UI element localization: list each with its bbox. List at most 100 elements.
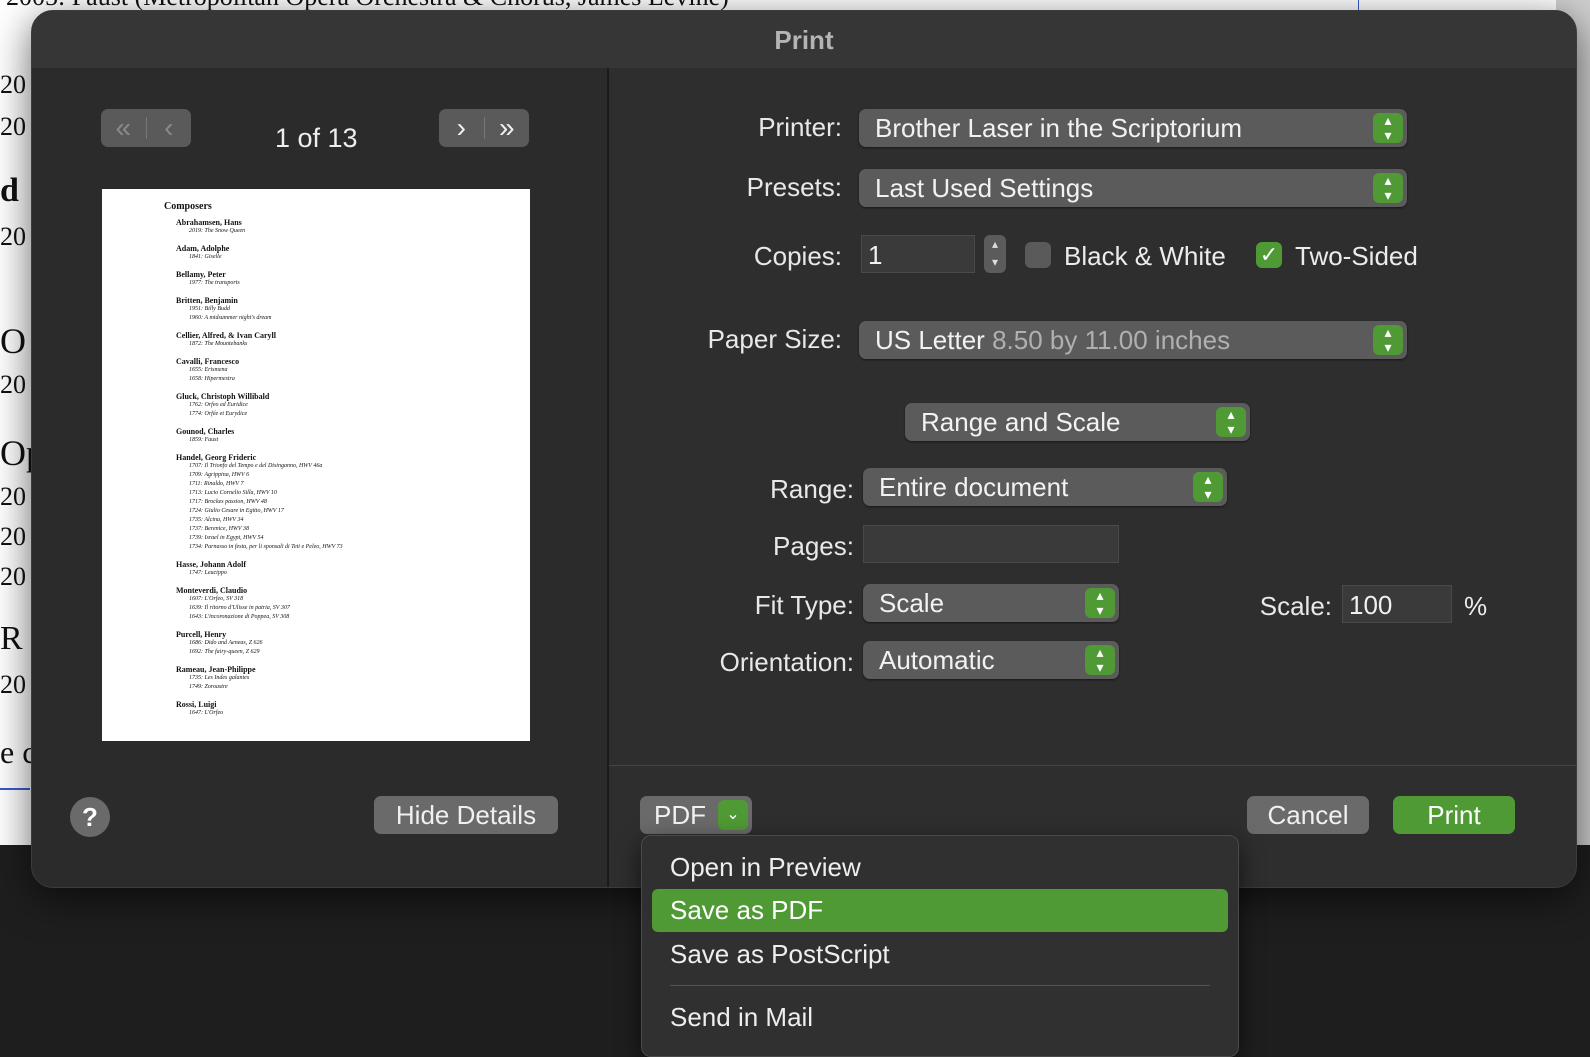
fit-type-label: Fit Type:	[754, 590, 854, 620]
title-bar: Print	[32, 11, 1576, 69]
presets-popup[interactable]: Last Used Settings ▴ ▾	[859, 169, 1407, 207]
preview-composer: Abrahamsen, Hans	[176, 218, 242, 227]
preview-work: 1658: Hipermestra	[189, 376, 235, 382]
preview-work: 1692: The fairy-queen, Z 629	[189, 649, 260, 655]
preview-heading: Composers	[164, 201, 212, 212]
printer-popup[interactable]: Brother Laser in the Scriptorium ▴ ▾	[859, 109, 1407, 147]
black-white-label: Black & White	[1064, 241, 1226, 271]
preview-composer: Rossi, Luigi	[176, 700, 217, 709]
popup-arrows-icon: ▴ ▾	[1373, 173, 1403, 203]
preview-work: 1607: L'Orfeo, SV 318	[189, 596, 244, 602]
background-fragment: d	[0, 172, 19, 209]
page-back-buttons: « ‹	[101, 109, 191, 147]
presets-label: Presets:	[746, 172, 842, 202]
pages-field[interactable]	[863, 525, 1119, 563]
menu-item-send-in-mail[interactable]: Send in Mail	[652, 996, 1228, 1039]
hide-details-button[interactable]: Hide Details	[374, 796, 558, 834]
menu-item-open-in-preview[interactable]: Open in Preview	[652, 846, 1228, 889]
preview-composer: Handel, Georg Frideric	[176, 453, 257, 462]
two-sided-checkbox[interactable]: ✓	[1256, 242, 1282, 268]
copies-label: Copies:	[753, 241, 842, 271]
first-page-icon[interactable]: «	[101, 109, 146, 147]
preview-composer: Rameau, Jean-Philippe	[176, 665, 256, 674]
background-underline	[0, 788, 30, 790]
prev-page-icon[interactable]: ‹	[147, 109, 192, 147]
menu-separator	[670, 985, 1210, 986]
copies-field[interactable]: 1	[861, 235, 975, 273]
preview-work: 1647: L'Orfeo	[189, 710, 224, 716]
preview-composer: Cavalli, Francesco	[176, 357, 240, 366]
fit-type-popup[interactable]: Scale ▴ ▾	[863, 584, 1119, 622]
page-preview: Composers Abrahamsen, Hans 2019: The Snow…	[102, 189, 530, 741]
background-fragment: 20	[0, 670, 26, 699]
page-counter: 1 of 13	[275, 123, 358, 153]
preview-composer: Hasse, Johann Adolf	[176, 560, 247, 569]
background-fragment: O	[0, 321, 26, 361]
range-popup[interactable]: Entire document ▴ ▾	[863, 468, 1227, 506]
preview-work: 1960: A midsummer night's dream	[189, 315, 272, 321]
preview-work: 1977: The transports	[189, 280, 240, 286]
footer-divider	[609, 765, 1576, 766]
preview-composer: Purcell, Henry	[176, 630, 227, 639]
fit-type-value: Scale	[879, 588, 945, 618]
preview-work: 1859: Faust	[189, 437, 219, 443]
preview-composer: Monteverdi, Claudio	[176, 586, 248, 595]
preview-work: 1735: Alcina, HWV 34	[189, 517, 244, 523]
pdf-label: PDF	[654, 800, 706, 830]
two-sided-label: Two-Sided	[1295, 241, 1418, 271]
preview-work: 1747: Leucippo	[189, 570, 227, 576]
preview-composer: Bellamy, Peter	[176, 270, 226, 279]
preview-work: 1762: Orfeo ed Euridice	[189, 402, 248, 408]
preview-composer: Gounod, Charles	[176, 427, 235, 436]
preview-work: 1734: Parnasso in festa, per li sponsali…	[189, 544, 343, 550]
pdf-menu: Open in Preview Save as PDF Save as Post…	[641, 835, 1239, 1057]
popup-arrows-icon: ▴ ▾	[1373, 325, 1403, 355]
print-button[interactable]: Print	[1393, 796, 1515, 834]
paper-dimensions: 8.50 by 11.00 inches	[992, 325, 1231, 355]
scale-field[interactable]: 100	[1342, 585, 1452, 623]
preview-work: 1686: Dido and Aeneas, Z 626	[189, 640, 263, 646]
paper-size-value: US Letter 8.50 by 11.00 inches	[875, 325, 1231, 355]
presets-value: Last Used Settings	[875, 173, 1094, 203]
pdf-menu-button[interactable]: PDF ⌄	[640, 796, 752, 834]
background-fragment: 20	[0, 222, 26, 251]
preview-work: 1643: L'incoronazione di Poppea, SV 308	[189, 614, 290, 620]
orientation-label: Orientation:	[719, 647, 854, 677]
last-page-icon[interactable]: »	[485, 109, 530, 147]
preview-composer: Cellier, Alfred, & Ivan Caryll	[176, 331, 276, 340]
scale-label: Scale:	[1259, 591, 1332, 621]
background-fragment: 20	[0, 70, 26, 99]
menu-item-save-as-postscript[interactable]: Save as PostScript	[652, 933, 1228, 976]
preview-composer: Adam, Adolphe	[176, 244, 230, 253]
cancel-button[interactable]: Cancel	[1247, 796, 1369, 834]
printer-value: Brother Laser in the Scriptorium	[875, 113, 1243, 143]
paper-size-popup[interactable]: US Letter 8.50 by 11.00 inches ▴ ▾	[859, 321, 1407, 359]
popup-arrows-icon: ▴ ▾	[1193, 472, 1223, 502]
preview-work: 1774: Orfée et Eurydice	[189, 411, 248, 417]
print-dialog: Print « ‹ 1 of 13 › » Composers Abrahams…	[31, 10, 1577, 888]
black-white-checkbox[interactable]	[1025, 242, 1051, 268]
background-rule	[1358, 0, 1359, 10]
copies-stepper[interactable]: ▴ ▾	[984, 235, 1006, 273]
section-popup[interactable]: Range and Scale ▴ ▾	[905, 403, 1250, 441]
menu-item-save-as-pdf[interactable]: Save as PDF	[652, 889, 1228, 932]
background-fragment: 20	[0, 112, 26, 141]
preview-work: 1711: Rinaldo, HWV 7	[189, 481, 244, 487]
help-icon[interactable]: ?	[70, 797, 110, 837]
preview-work: 1639: Il ritorno d'Ulisse in patria, SV …	[189, 605, 290, 611]
range-label: Range:	[770, 474, 854, 504]
scale-unit: %	[1464, 591, 1488, 621]
orientation-popup[interactable]: Automatic ▴ ▾	[863, 641, 1119, 679]
background-fragment: 20	[0, 370, 26, 399]
preview-composer: Britten, Benjamin	[176, 296, 238, 305]
preview-work: 1737: Berenice, HWV 38	[189, 526, 249, 532]
page-forward-buttons: › »	[439, 109, 529, 147]
next-page-icon[interactable]: ›	[439, 109, 484, 147]
checkmark-icon: ✓	[1259, 242, 1279, 267]
preview-work: 1735: Les Indes galantes	[189, 675, 250, 681]
background-fragment: 20	[0, 562, 26, 591]
preview-work: 1749: Zoroastre	[189, 684, 228, 690]
background-fragment: R	[0, 620, 23, 657]
popup-arrows-icon: ▴ ▾	[1373, 113, 1403, 143]
printer-label: Printer:	[758, 112, 842, 142]
